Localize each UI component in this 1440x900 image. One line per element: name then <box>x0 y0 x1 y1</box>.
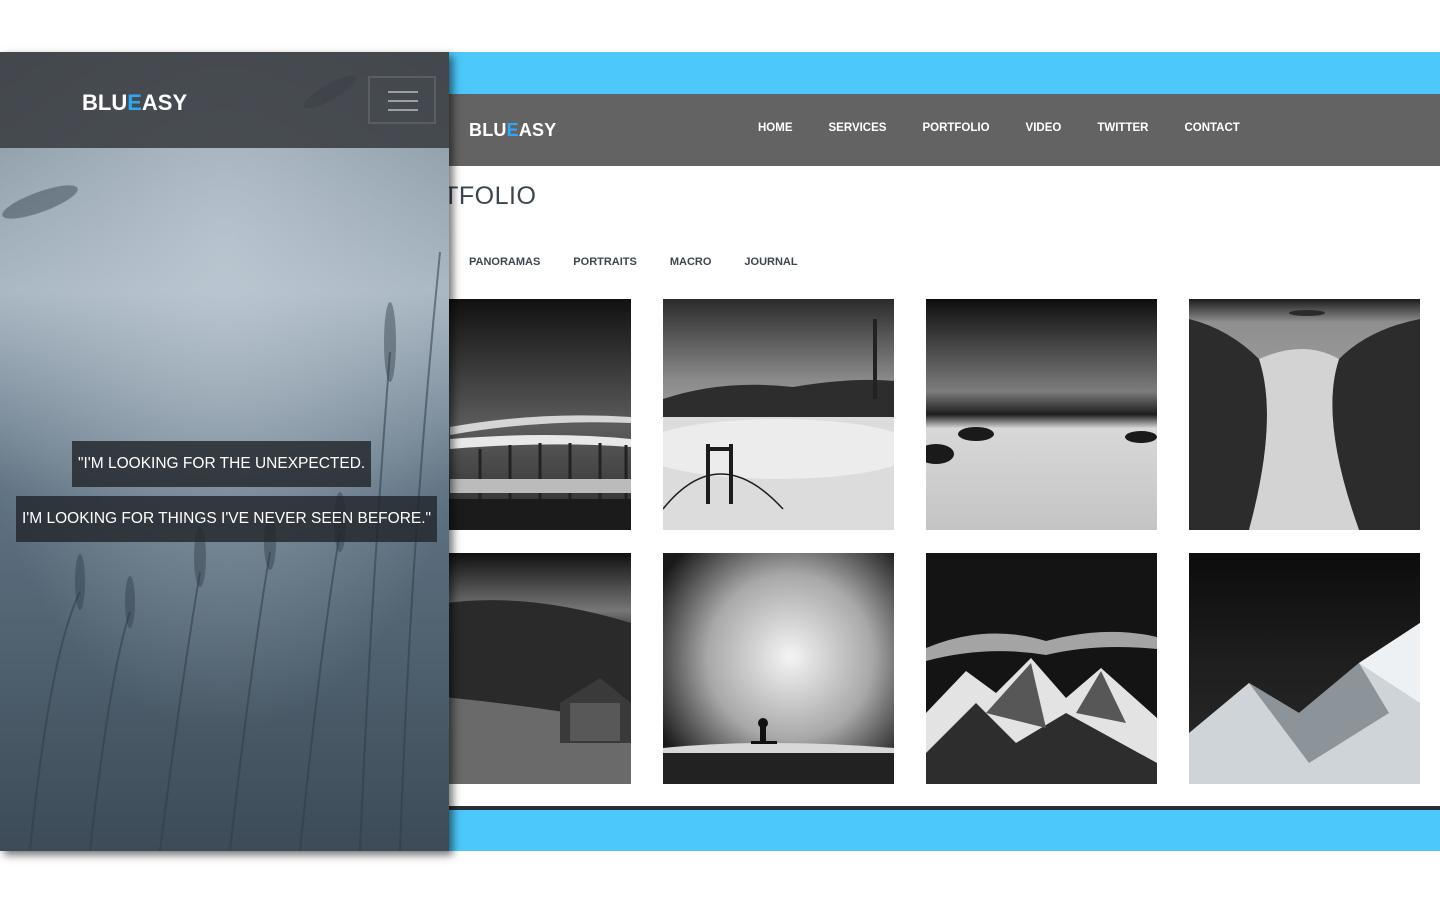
menu-item-video[interactable]: VIDEO <box>1026 122 1062 134</box>
hamburger-icon <box>388 109 418 111</box>
gallery-item-bridge[interactable] <box>663 299 894 530</box>
menu-item-portfolio[interactable]: PORTFOLIO <box>922 122 989 134</box>
menu-item-twitter[interactable]: TWITTER <box>1097 122 1148 134</box>
portfolio-filters: PANORAMAS PORTRAITS MACRO JOURNAL <box>469 256 831 268</box>
mobile-navbar: BLUEASY <box>0 52 449 148</box>
gallery-item-wave[interactable] <box>663 553 894 784</box>
gallery-item-mountains[interactable] <box>926 553 1157 784</box>
hamburger-icon <box>388 91 418 93</box>
gallery-item-snowpeak[interactable] <box>1189 553 1420 784</box>
menu-item-contact[interactable]: CONTACT <box>1184 122 1239 134</box>
filter-portraits[interactable]: PORTRAITS <box>573 256 637 268</box>
gallery-item-seascape[interactable] <box>926 299 1157 530</box>
hero-quote-line-1: "I'M LOOKING FOR THE UNEXPECTED. <box>72 441 372 487</box>
gallery-item-river[interactable] <box>1189 299 1420 530</box>
desktop-menu: HOME SERVICES PORTFOLIO VIDEO TWITTER CO… <box>758 122 1276 134</box>
seascape-photo <box>926 299 1157 530</box>
filter-panoramas[interactable]: PANORAMAS <box>469 256 540 268</box>
hamburger-icon <box>388 100 418 102</box>
hero-quote-line-2: I'M LOOKING FOR THINGS I'VE NEVER SEEN B… <box>16 496 438 542</box>
filter-journal[interactable]: JOURNAL <box>744 256 797 268</box>
hamburger-menu-button[interactable] <box>368 76 436 124</box>
bridge-photo <box>663 299 894 530</box>
wave-photo <box>663 553 894 784</box>
desktop-logo[interactable]: BLUEASY <box>469 120 556 141</box>
menu-item-services[interactable]: SERVICES <box>829 122 887 134</box>
mountains-photo <box>926 553 1157 784</box>
mockup-stage: BLUEASY HOME SERVICES PORTFOLIO VIDEO TW… <box>0 0 1440 900</box>
filter-macro[interactable]: MACRO <box>670 256 712 268</box>
mobile-logo[interactable]: BLUEASY <box>82 90 187 116</box>
menu-item-home[interactable]: HOME <box>758 122 793 134</box>
river-photo <box>1189 299 1420 530</box>
snowpeak-photo <box>1189 553 1420 784</box>
mobile-mockup: BLUEASY "I'M LOOKING FOR THE UNEXPECTED.… <box>0 52 449 851</box>
